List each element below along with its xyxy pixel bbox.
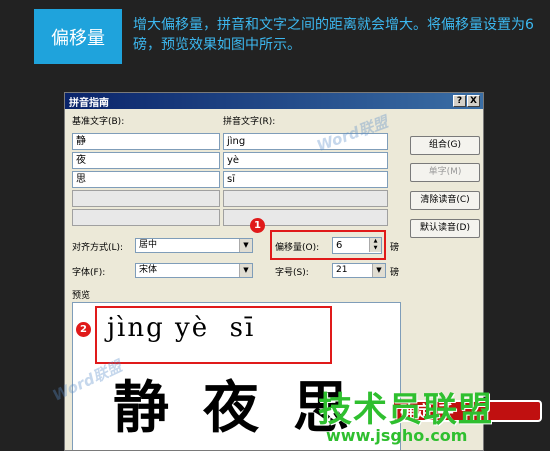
size-value: 21 <box>336 265 348 275</box>
group-button[interactable]: 组合(G) <box>410 136 480 155</box>
tutorial-headline: 增大偏移量，拼音和文字之间的距离就会增大。将偏移量设置为6磅，预览效果如图中所示… <box>133 17 534 53</box>
font-value: 宋体 <box>139 265 158 275</box>
pinyin-highlight-box <box>95 306 332 364</box>
preview-label: 预览 <box>72 291 91 301</box>
base-text-label: 基准文字(B): <box>72 117 125 127</box>
step-marker-2: 2 <box>76 322 91 337</box>
chevron-down-icon[interactable]: ▼ <box>372 264 385 277</box>
ruby-text-field-3[interactable]: sī <box>223 171 388 188</box>
ruby-text-field-2[interactable]: yè <box>223 152 388 169</box>
chevron-down-icon[interactable]: ▼ <box>239 264 252 277</box>
help-button[interactable]: ? <box>453 95 466 107</box>
close-button[interactable]: X <box>467 95 480 107</box>
ruby-text-label: 拼音文字(R): <box>223 117 276 127</box>
base-text-field-5[interactable] <box>72 209 220 226</box>
font-label: 字体(F): <box>72 268 106 278</box>
clear-reading-button[interactable]: 清除读音(C) <box>410 191 480 210</box>
base-text-field-3[interactable]: 思 <box>72 171 220 188</box>
step-marker-1: 1 <box>250 218 265 233</box>
ruby-text-field-5[interactable] <box>223 209 388 226</box>
size-label: 字号(S): <box>275 268 309 278</box>
dialog-title: 拼音指南 <box>69 98 109 109</box>
size-select[interactable]: 21 ▼ <box>332 263 386 278</box>
offset-unit: 磅 <box>390 243 400 253</box>
size-unit: 磅 <box>390 268 400 278</box>
chevron-down-icon[interactable]: ▼ <box>239 239 252 252</box>
site-url: www.jsgho.com <box>326 426 468 445</box>
default-reading-button[interactable]: 默认读音(D) <box>410 219 480 238</box>
alignment-select[interactable]: 居中 ▼ <box>135 238 253 253</box>
alignment-value: 居中 <box>139 240 158 250</box>
font-select[interactable]: 宋体 ▼ <box>135 263 253 278</box>
offset-highlight-box <box>270 230 386 260</box>
site-logo: 技术员联盟 <box>318 390 493 430</box>
base-text-field-2[interactable]: 夜 <box>72 152 220 169</box>
base-text-field-1[interactable]: 静 <box>72 133 220 150</box>
single-char-button[interactable]: 单字(M) <box>410 163 480 182</box>
ruby-text-field-4[interactable] <box>223 190 388 207</box>
alignment-label: 对齐方式(L): <box>72 243 124 253</box>
dialog-titlebar: 拼音指南 ? X <box>65 93 483 109</box>
topic-tag: 偏移量 <box>34 9 122 64</box>
base-text-field-4[interactable] <box>72 190 220 207</box>
